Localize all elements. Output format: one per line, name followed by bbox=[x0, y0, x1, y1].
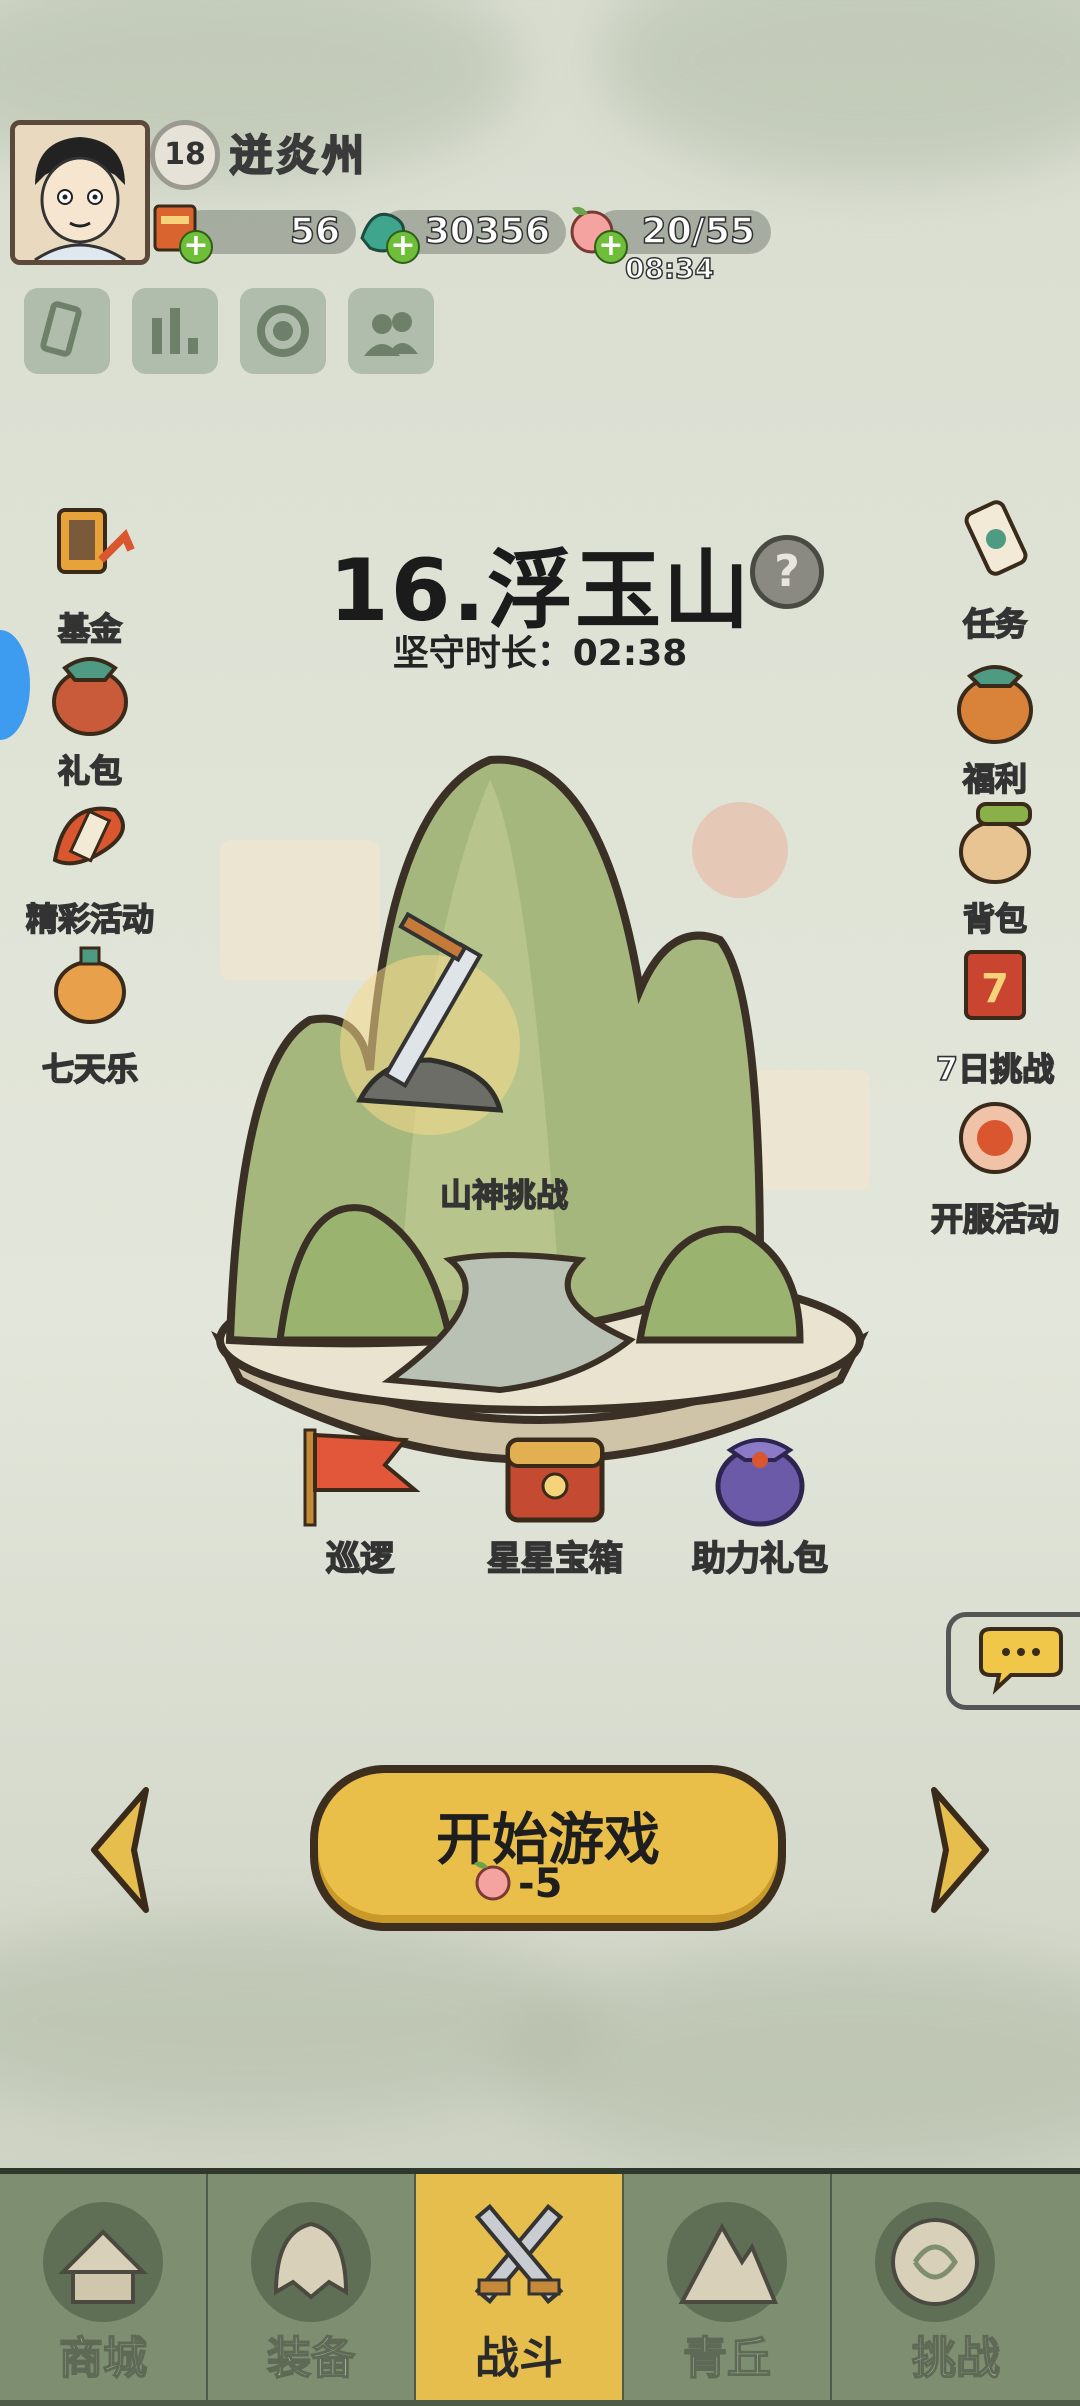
tab-shop[interactable]: 商城 bbox=[0, 2174, 206, 2400]
challenge-scroll-icon: 7 bbox=[964, 950, 1026, 1020]
add-coupon-icon[interactable]: + bbox=[179, 230, 213, 264]
events-icon bbox=[52, 806, 125, 866]
crossed-swords-icon bbox=[474, 2203, 564, 2305]
backpack-label: 背包 bbox=[962, 899, 1028, 939]
star-chest-label: 星星宝箱 bbox=[486, 1538, 624, 1580]
backpack-icon bbox=[959, 802, 1032, 884]
shop-icon bbox=[58, 2229, 148, 2304]
patrol-label: 巡逻 bbox=[325, 1538, 395, 1580]
challenge-orb-icon bbox=[891, 2218, 979, 2306]
tab-qingqiu-label: 青丘 bbox=[682, 2332, 772, 2385]
jade-dragon-icon[interactable]: + bbox=[352, 198, 420, 264]
start-game-cost: -5 bbox=[518, 1861, 563, 1907]
chat-bubble-icon bbox=[979, 1627, 1063, 1695]
add-jade-icon[interactable]: + bbox=[386, 230, 420, 264]
tab-equipment[interactable]: 装备 bbox=[208, 2174, 414, 2400]
server-event-button[interactable]: 开服活动 bbox=[920, 1090, 1070, 1240]
star-chest-button[interactable]: 星星宝箱 bbox=[470, 1420, 640, 1580]
gift-pack-label: 礼包 bbox=[57, 751, 123, 791]
seven-days-label: 七天乐 bbox=[41, 1049, 139, 1089]
server-event-icon bbox=[959, 1102, 1031, 1174]
tab-equipment-label: 装备 bbox=[266, 2332, 356, 2385]
svg-text:7: 7 bbox=[981, 966, 1009, 1012]
mountain-challenge-label[interactable]: 山神挑战 bbox=[439, 1170, 568, 1216]
tab-battle-label: 战斗 bbox=[475, 2333, 563, 2384]
seven-days-button[interactable]: 七天乐 bbox=[15, 940, 165, 1090]
events-label: 精彩活动 bbox=[25, 899, 155, 939]
next-stage-arrow[interactable] bbox=[920, 1780, 1000, 1920]
start-game-button[interactable]: 开始游戏 -5 bbox=[310, 1765, 786, 1931]
events-button[interactable]: 精彩活动 bbox=[15, 790, 165, 940]
stamina-timer: 08:34 bbox=[624, 251, 715, 286]
assist-gift-button[interactable]: 助力礼包 bbox=[675, 1420, 845, 1580]
tab-challenge[interactable]: 挑战 bbox=[832, 2174, 1080, 2400]
chat-button[interactable] bbox=[946, 1612, 1080, 1710]
player-name[interactable]: 迸炎州 bbox=[229, 122, 368, 183]
hold-time: 坚守时长：02:38 bbox=[392, 633, 688, 674]
peach-icon[interactable]: + bbox=[560, 198, 628, 264]
chevron-right-icon bbox=[931, 1787, 989, 1913]
avatar[interactable] bbox=[10, 120, 150, 265]
friends-button[interactable] bbox=[348, 288, 434, 374]
tab-battle[interactable]: 战斗 bbox=[416, 2174, 622, 2400]
settings-button[interactable] bbox=[240, 288, 326, 374]
tab-challenge-label: 挑战 bbox=[911, 2332, 1001, 2385]
patrol-button[interactable]: 巡逻 bbox=[275, 1420, 445, 1580]
lantern-icon bbox=[54, 946, 126, 1024]
seven-day-challenge-label: 7日挑战 bbox=[935, 1049, 1055, 1089]
assist-gift-label: 助力礼包 bbox=[691, 1538, 829, 1580]
tab-qingqiu[interactable]: 青丘 bbox=[624, 2174, 830, 2400]
prev-stage-arrow[interactable] bbox=[80, 1780, 160, 1920]
help-icon[interactable]: ? bbox=[750, 535, 824, 609]
patrol-flag-icon bbox=[303, 1428, 421, 1527]
assist-gift-bag-icon bbox=[715, 1438, 805, 1527]
server-event-label: 开服活动 bbox=[930, 1199, 1060, 1239]
cards-button[interactable] bbox=[24, 288, 110, 374]
tab-shop-label: 商城 bbox=[58, 2332, 148, 2385]
coupon-icon[interactable]: + bbox=[145, 198, 213, 264]
ranking-button[interactable] bbox=[132, 288, 218, 374]
star-chest-icon bbox=[505, 1437, 605, 1523]
seven-day-challenge-button[interactable]: 7 7日挑战 bbox=[920, 940, 1070, 1090]
chevron-left-icon bbox=[91, 1787, 149, 1913]
mountain-peak-icon bbox=[678, 2222, 779, 2304]
add-stamina-icon[interactable]: + bbox=[594, 230, 628, 264]
player-level: 18 bbox=[150, 120, 220, 190]
peach-cost-icon bbox=[474, 1861, 511, 1901]
backpack-button[interactable]: 背包 bbox=[920, 790, 1070, 940]
helmet-icon bbox=[273, 2221, 349, 2300]
